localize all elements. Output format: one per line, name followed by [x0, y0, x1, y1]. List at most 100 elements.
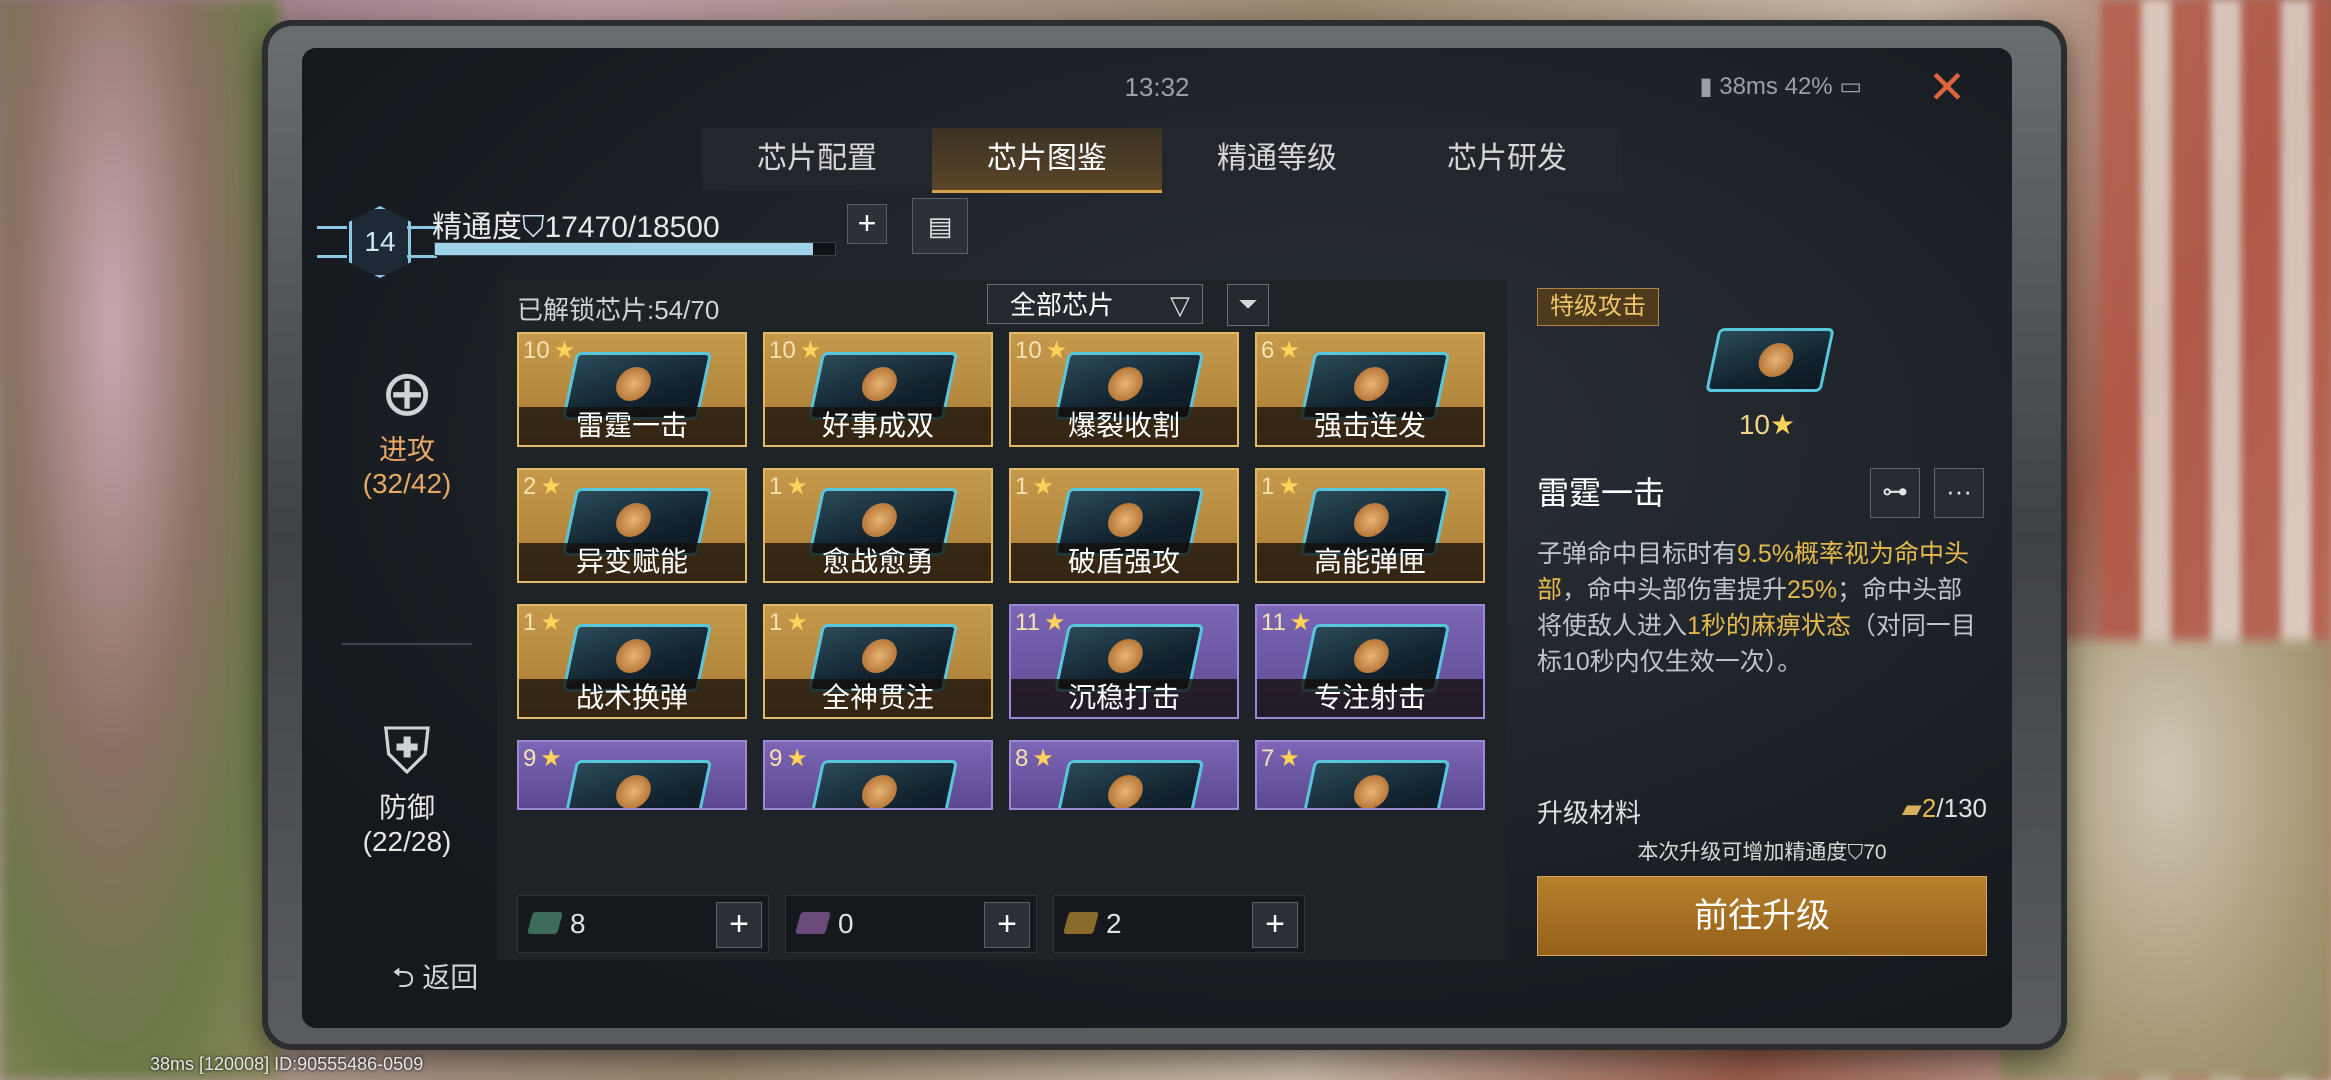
mastery-text: 精通度⛉17470/18500	[432, 202, 720, 246]
chip-name: 异变赋能	[519, 543, 745, 581]
attack-count: (32/42)	[362, 468, 452, 499]
star-icon: ★	[540, 609, 562, 636]
add-resource-button[interactable]: +	[984, 902, 1030, 948]
attack-icon: ⊕	[380, 357, 434, 429]
chip-card[interactable]: 1 ★ 高能弹匣	[1255, 468, 1485, 583]
chip-stars: 2 ★	[523, 472, 562, 501]
tree-icon: ⊶	[1882, 476, 1908, 506]
star-icon: ★	[786, 609, 808, 636]
mastery-value: 17470/18500	[544, 211, 720, 244]
chip-card[interactable]: 1 ★ 破盾强攻	[1009, 468, 1239, 583]
description-segment: 1秒的麻痹状态	[1687, 612, 1851, 640]
chip-name: 好事成双	[765, 407, 991, 445]
mastery-shield-icon: ⛉	[1847, 841, 1864, 864]
chip-card[interactable]: 8 ★	[1009, 740, 1239, 810]
upgrade-note-text: 本次升级可增加精通度	[1637, 841, 1848, 864]
chip-card[interactable]: 2 ★ 异变赋能	[517, 468, 747, 583]
chip-name: 破盾强攻	[1011, 543, 1237, 581]
chip-card[interactable]: 11 ★ 沉稳打击	[1009, 604, 1239, 719]
chip-name: 愈战愈勇	[765, 543, 991, 581]
close-icon: ✕	[1927, 61, 1967, 113]
chip-stars: 1 ★	[769, 608, 808, 637]
close-button[interactable]: ✕	[1922, 62, 1972, 112]
add-resource-button[interactable]: +	[716, 902, 762, 948]
tab-4[interactable]: 芯片研发	[1392, 128, 1622, 190]
tab-1[interactable]: 芯片配置	[702, 128, 932, 190]
chip-detail-panel: 特级攻击 10★ 雷霆一击 ⊶ ··· 子弹命中目标时有9.5%概率视为命中头部…	[1532, 288, 1992, 968]
battery-icon: ▭	[1839, 73, 1862, 100]
resource-slot: 0 +	[785, 895, 1037, 953]
card-info-button[interactable]: ▤	[912, 198, 968, 254]
chip-tree-button[interactable]: ⊶	[1870, 468, 1920, 518]
chip-star-count: 1	[1261, 473, 1275, 500]
chip-name: 沉稳打击	[1011, 679, 1237, 717]
material-need: /130	[1936, 793, 1987, 823]
star-icon: ★	[540, 473, 562, 500]
back-button[interactable]: ⮌ 返回	[392, 956, 478, 1005]
tab-2[interactable]: 芯片图鉴	[932, 128, 1162, 193]
chip-name: 爆裂收割	[1011, 407, 1237, 445]
chip-stars: 1 ★	[1015, 472, 1054, 501]
network-status: ▮ 38ms 42% ▭	[1699, 72, 1862, 101]
chip-card[interactable]: 1 ★ 全神贯注	[763, 604, 993, 719]
chip-card[interactable]: 9 ★	[517, 740, 747, 810]
chip-filter-dropdown[interactable]: 全部芯片 ▽	[987, 284, 1203, 324]
chip-icon	[1053, 760, 1205, 808]
chip-card[interactable]: 10 ★ 好事成双	[763, 332, 993, 447]
category-attack[interactable]: ⊕ 进攻 (32/42)	[322, 358, 492, 500]
chip-card[interactable]: 10 ★ 雷霆一击	[517, 332, 747, 447]
chip-card[interactable]: 9 ★	[763, 740, 993, 810]
mastery-level: 14	[349, 206, 411, 278]
wing-left-icon	[317, 226, 347, 258]
chip-icon	[1299, 760, 1451, 808]
material-icon: ▰	[1901, 793, 1922, 823]
chip-star-count: 10	[769, 337, 796, 364]
status-bar: 13:32 ▮ 38ms 42% ▭ ✕	[302, 48, 2012, 118]
chevron-down-icon: ▽	[1170, 290, 1190, 320]
tab-bar: 芯片配置 芯片图鉴 精通等级 芯片研发	[702, 128, 1622, 193]
chip-card[interactable]: 7 ★	[1255, 740, 1485, 810]
mastery-label: 精通度	[432, 211, 522, 244]
category-defense[interactable]: ⛨ 防御 (22/28)	[322, 716, 492, 858]
more-button[interactable]: ···	[1934, 468, 1984, 518]
star-icon: ★	[553, 337, 576, 364]
attack-label: 进攻	[378, 434, 435, 465]
add-resource-button[interactable]: +	[1252, 902, 1298, 948]
mastery-shield-icon: ⛉	[522, 211, 545, 244]
star-icon: ★	[786, 473, 808, 500]
chip-card[interactable]: 1 ★ 愈战愈勇	[763, 468, 993, 583]
chip-star-count: 10	[1738, 409, 1771, 440]
chip-stars: 10 ★	[1015, 336, 1067, 365]
chip-stars: 1 ★	[769, 472, 808, 501]
defense-count: (22/28)	[362, 826, 452, 857]
chip-title: 雷霆一击	[1537, 475, 1666, 511]
upgrade-button[interactable]: 前往升级	[1537, 876, 1987, 956]
material-icon	[1063, 912, 1099, 934]
debug-status: 38ms [120008] ID:90555486-0509	[150, 1054, 424, 1074]
mastery-progress-bar	[434, 242, 836, 256]
add-mastery-button[interactable]: +	[847, 204, 887, 244]
battery-percent: 42%	[1784, 73, 1833, 100]
chip-star-count: 7	[1261, 745, 1275, 772]
chip-card[interactable]: 10 ★ 爆裂收割	[1009, 332, 1239, 447]
chip-star-count: 1	[769, 609, 783, 636]
plus-icon: +	[857, 205, 877, 241]
chip-name: 雷霆一击	[519, 407, 745, 445]
more-icon: ···	[1946, 476, 1972, 506]
filter-button[interactable]: ⏷	[1227, 284, 1269, 326]
star-icon: ★	[1045, 337, 1068, 364]
chip-card[interactable]: 11 ★ 专注射击	[1255, 604, 1485, 719]
chip-stars: 6 ★	[1261, 336, 1300, 365]
funnel-icon: ⏷	[1238, 291, 1258, 318]
tab-3[interactable]: 精通等级	[1162, 128, 1392, 190]
chip-star-count: 1	[523, 609, 537, 636]
chip-stars: 11 ★	[1261, 608, 1311, 637]
category-sidebar: ⊕ 进攻 (32/42) ⛨ 防御 (22/28)	[322, 318, 492, 978]
chip-star-count: 1	[1015, 473, 1029, 500]
chip-card[interactable]: 6 ★ 强击连发	[1255, 332, 1485, 447]
chip-stars: 7 ★	[1261, 744, 1300, 773]
resource-slot: 8 +	[517, 895, 769, 953]
material-count: ▰2/130	[1902, 793, 1987, 824]
chip-card[interactable]: 1 ★ 战术换弹	[517, 604, 747, 719]
chip-type-tag: 特级攻击	[1537, 288, 1659, 326]
